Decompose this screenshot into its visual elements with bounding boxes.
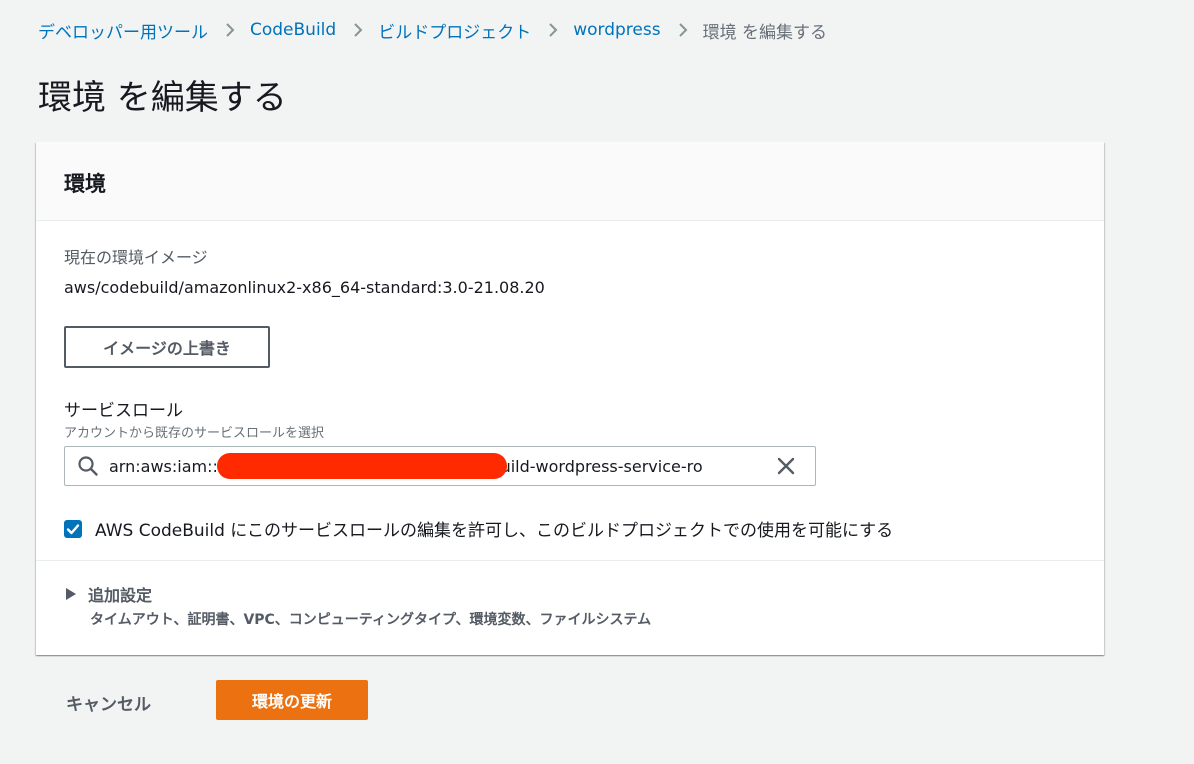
breadcrumb: デベロッパー用ツール CodeBuild ビルドプロジェクト wordpress…: [38, 18, 827, 43]
additional-settings-description: タイムアウト、証明書、VPC、コンピューティングタイプ、環境変数、ファイルシステ…: [90, 612, 652, 628]
additional-settings-title: 追加設定: [88, 586, 153, 605]
redaction-mark: [217, 453, 507, 479]
allow-edit-role-row: AWS CodeBuild にこのサービスロールの編集を許可し、このビルドプロジ…: [64, 516, 893, 541]
chevron-right-icon: [352, 22, 364, 38]
service-role-field[interactable]: [64, 446, 816, 486]
service-role-description: アカウントから既存のサービスロールを選択: [64, 426, 325, 441]
breadcrumb-build-projects[interactable]: ビルドプロジェクト: [378, 18, 531, 43]
chevron-right-icon: [677, 22, 689, 38]
override-image-button[interactable]: イメージの上書き: [64, 326, 270, 368]
environment-panel: 環境 現在の環境イメージ aws/codebuild/amazonlinux2-…: [36, 142, 1104, 655]
breadcrumb-developer-tools[interactable]: デベロッパー用ツール: [38, 18, 208, 43]
panel-header: 環境: [36, 142, 1104, 221]
current-image-label: 現在の環境イメージ: [64, 248, 208, 267]
breadcrumb-wordpress[interactable]: wordpress: [573, 20, 660, 40]
checkmark-icon: [66, 523, 80, 534]
current-image-value: aws/codebuild/amazonlinux2-x86_64-standa…: [64, 278, 545, 297]
allow-edit-role-label: AWS CodeBuild にこのサービスロールの編集を許可し、このビルドプロジ…: [95, 521, 894, 541]
cancel-button[interactable]: キャンセル: [50, 684, 167, 720]
service-role-label: サービスロール: [64, 401, 183, 421]
caret-right-icon: [64, 587, 78, 601]
divider: [36, 560, 1104, 561]
page-title: 環境 を編集する: [38, 78, 287, 118]
breadcrumb-codebuild[interactable]: CodeBuild: [250, 20, 336, 40]
chevron-right-icon: [224, 22, 236, 38]
chevron-right-icon: [547, 22, 559, 38]
search-icon: [77, 455, 99, 477]
allow-edit-role-checkbox[interactable]: [64, 519, 82, 538]
additional-settings-toggle[interactable]: 追加設定: [64, 582, 152, 606]
close-icon[interactable]: [775, 455, 797, 477]
breadcrumb-current: 環境 を編集する: [702, 22, 827, 43]
update-environment-button[interactable]: 環境の更新: [216, 680, 368, 720]
panel-title: 環境: [64, 172, 106, 196]
